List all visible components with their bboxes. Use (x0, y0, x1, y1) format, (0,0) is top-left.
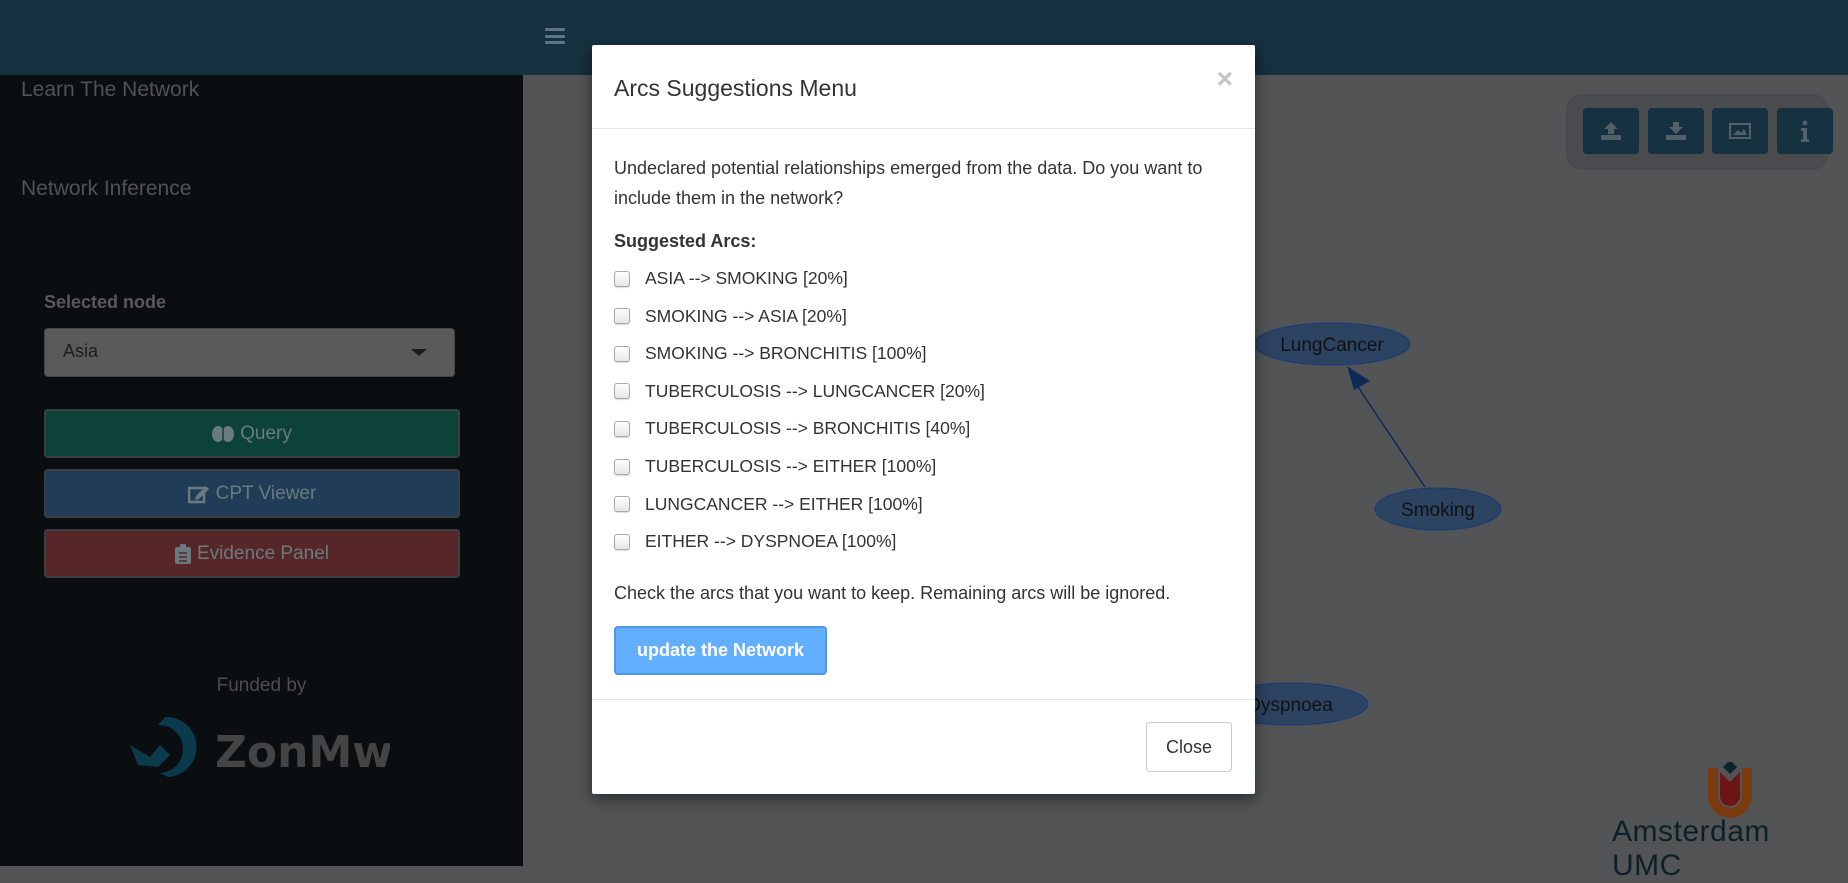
close-icon[interactable]: × (1217, 63, 1233, 95)
arc-checkbox[interactable] (614, 383, 630, 400)
arc-checkbox-row[interactable]: SMOKING --> BRONCHITIS [100%] (614, 343, 927, 364)
arc-checkbox-row[interactable]: TUBERCULOSIS --> LUNGCANCER [20%] (614, 381, 985, 402)
close-button[interactable]: Close (1146, 722, 1232, 772)
arc-checkbox[interactable] (614, 420, 630, 437)
node-label: LungCancer (1280, 335, 1384, 356)
modal-title: Arcs Suggestions Menu (614, 75, 857, 101)
node-smoking[interactable]: Smoking (1374, 487, 1502, 531)
suggested-arcs-heading: Suggested Arcs: (614, 231, 757, 251)
header-divider (592, 128, 1255, 129)
arc-label: TUBERCULOSIS --> LUNGCANCER [20%] (645, 380, 985, 401)
arc-label: TUBERCULOSIS --> EITHER [100%] (645, 456, 937, 476)
arc-checkbox-row[interactable]: SMOKING --> ASIA [20%] (614, 306, 847, 327)
arc-checkbox-row[interactable]: LUNGCANCER --> EITHER [100%] (614, 494, 923, 515)
arc-checkbox-row[interactable]: EITHER --> DYSPNOEA [100%] (614, 531, 896, 552)
arcs-suggestions-modal: Arcs Suggestions Menu × Undeclared poten… (592, 45, 1255, 794)
arc-label: TUBERCULOSIS --> BRONCHITIS [40%] (645, 418, 971, 439)
modal-intro-text: Undeclared potential relationships emerg… (614, 158, 1203, 208)
arc-checkbox[interactable] (614, 458, 630, 475)
edge-smoking-lungcancer (1355, 383, 1426, 488)
footer-divider (592, 699, 1255, 700)
amsterdam-umc-tulip-logo (1708, 762, 1752, 818)
arc-checkbox-row[interactable]: ASIA --> SMOKING [20%] (614, 268, 848, 289)
arrowhead-icon (1347, 366, 1370, 390)
update-network-button[interactable]: update the Network (614, 626, 827, 675)
node-label: Smoking (1401, 500, 1475, 521)
arc-label: EITHER --> DYSPNOEA [100%] (645, 531, 897, 552)
arc-label: ASIA --> SMOKING [20%] (645, 268, 848, 288)
arc-checkbox[interactable] (614, 270, 630, 287)
arc-checkbox[interactable] (614, 345, 630, 362)
node-lungcancer[interactable]: LungCancer (1253, 322, 1411, 366)
modal-note: Check the arcs that you want to keep. Re… (614, 583, 1171, 603)
arc-checkbox[interactable] (614, 308, 630, 325)
arc-checkbox[interactable] (614, 533, 630, 550)
arc-checkbox-row[interactable]: TUBERCULOSIS --> EITHER [100%] (614, 456, 936, 477)
node-label: Dyspnoea (1247, 695, 1333, 716)
arc-checkbox[interactable] (614, 496, 630, 513)
arc-checkbox-row[interactable]: TUBERCULOSIS --> BRONCHITIS [40%] (614, 418, 970, 439)
arc-label: SMOKING --> ASIA [20%] (645, 305, 847, 326)
amsterdam-umc-logo-text: Amsterdam UMC (1612, 815, 1770, 882)
arc-label: SMOKING --> BRONCHITIS [100%] (645, 343, 927, 364)
arc-label: LUNGCANCER --> EITHER [100%] (645, 493, 923, 514)
